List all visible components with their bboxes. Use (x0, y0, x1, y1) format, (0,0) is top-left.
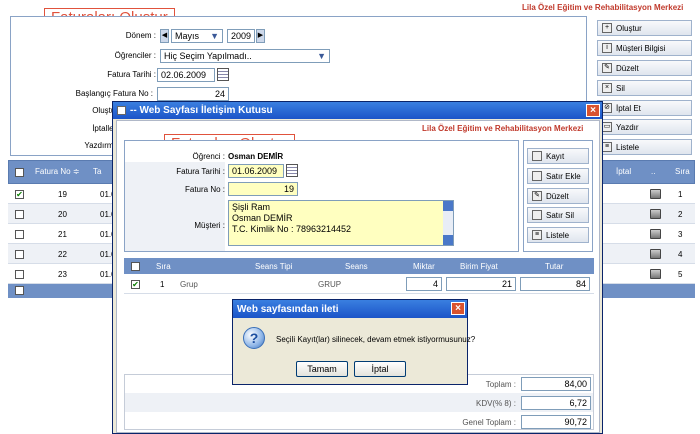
tutar-input[interactable]: 84 (520, 277, 590, 291)
header-sira[interactable]: Sıra (675, 167, 690, 176)
iptaller-label: İptalleri (92, 124, 118, 133)
row-checkbox[interactable]: ✔ (15, 190, 24, 199)
printer-icon[interactable] (650, 229, 661, 239)
kayit-button[interactable]: Kayıt (527, 148, 589, 164)
grid-header-seans: Seans (345, 262, 368, 271)
month-select[interactable]: Mayıs ▼ (171, 29, 223, 43)
calendar-icon[interactable] (217, 68, 229, 81)
modal-titlebar[interactable]: -- Web Sayfası İletişim Kutusu (113, 102, 602, 119)
pencil-icon: ✎ (602, 63, 612, 73)
row-checkbox[interactable] (15, 270, 24, 279)
confirm-cancel-button[interactable]: İptal (354, 361, 406, 377)
customer-icon: i (602, 43, 612, 53)
confirm-ok-button[interactable]: Tamam (296, 361, 348, 377)
row-checkbox[interactable] (15, 250, 24, 259)
grid-row[interactable]: ✔ 1 Grup GRUP 4 21 84 (124, 274, 594, 294)
miktar-input[interactable]: 4 (406, 277, 442, 291)
genel-toplam-value: 90,72 (521, 415, 591, 429)
toplam-value: 84,00 (521, 377, 591, 391)
trash-icon: × (602, 83, 612, 93)
scroll-up-icon[interactable] (443, 201, 453, 211)
modal-fatura-tarihi-input[interactable]: 01.06.2009 (228, 164, 284, 178)
modal-fatura-no-input[interactable]: 19 (228, 182, 298, 196)
modal-duzelt-button[interactable]: ✎ Düzelt (527, 188, 589, 204)
question-icon: ? (243, 327, 265, 349)
prev-month-button[interactable]: ◀ (160, 29, 169, 43)
baslangic-input[interactable]: 24 (157, 87, 229, 101)
row-checkbox[interactable] (15, 210, 24, 219)
ogrenciler-select[interactable]: Hiç Seçim Yapılmadı.. ▼ (160, 49, 330, 63)
next-month-button[interactable]: ▶ (256, 29, 265, 43)
trash-icon (532, 210, 542, 220)
row-checkbox[interactable] (15, 230, 24, 239)
duzelt-button[interactable]: ✎ Düzelt (597, 60, 692, 76)
listele-button[interactable]: ≡ Listele (597, 139, 692, 155)
printer-icon: ▭ (602, 122, 612, 132)
list-icon: ≡ (532, 230, 542, 240)
ogrenci-value: Osman DEMİR (228, 152, 284, 161)
yazdirma-label: Yazdırma (84, 141, 118, 150)
scroll-down-icon[interactable] (443, 235, 453, 245)
header-tarih[interactable]: Ta (93, 167, 101, 176)
header-fatura-no[interactable]: Fatura No ≑ (35, 167, 80, 176)
grid-row-checkbox[interactable]: ✔ (131, 280, 140, 289)
modal-org-name: Lila Özel Eğitim ve Rehabilitasyon Merke… (422, 124, 584, 133)
confirm-titlebar[interactable]: Web sayfasından ileti (233, 300, 467, 318)
textarea-scrollbar[interactable] (443, 201, 453, 245)
printer-icon[interactable] (650, 249, 661, 259)
satir-ekle-button[interactable]: Satır Ekle (527, 168, 589, 184)
confirm-close-button[interactable]: × (451, 302, 465, 315)
header-dots: .. (651, 167, 656, 176)
grid-header-miktar: Miktar (413, 262, 435, 271)
create-icon: + (602, 23, 612, 33)
printer-icon[interactable] (650, 189, 661, 199)
fatura-tarihi-label: Fatura Tarihi : (107, 70, 156, 79)
yazdir-button[interactable]: ▭ Yazdır (597, 119, 692, 135)
select-all-checkbox[interactable] (15, 168, 24, 177)
org-name: Lila Özel Eğitim ve Rehabilitasyon Merke… (522, 3, 684, 12)
donem-label: Dönem : (125, 31, 156, 40)
modal-fatura-tarihi-label: Fatura Tarihi : (176, 167, 225, 176)
year-input[interactable]: 2009 (227, 29, 255, 43)
grid-header-tutar: Tutar (545, 262, 564, 271)
ie-icon (117, 106, 126, 115)
modal-listele-button[interactable]: ≡ Listele (527, 227, 589, 243)
cancel-icon: ⊘ (602, 103, 612, 113)
birim-fiyat-input[interactable]: 21 (446, 277, 516, 291)
musteri-textarea[interactable]: Şişli Ram Osman DEMİR T.C. Kimlik No : 7… (228, 200, 454, 246)
save-icon (532, 151, 542, 161)
ogrenciler-label: Öğrenciler : (114, 51, 156, 60)
list-icon: ≡ (602, 142, 612, 152)
grid-header-sira: Sıra (156, 262, 171, 271)
olustur-button[interactable]: + Oluştur (597, 20, 692, 36)
baslangic-label: Başlangıç Fatura No : (75, 89, 153, 98)
footer-checkbox[interactable] (15, 286, 24, 295)
sil-button[interactable]: × Sil (597, 80, 692, 96)
iptal-et-button[interactable]: ⊘ İptal Et (597, 100, 692, 116)
kdv-label: KDV(% 8) : (475, 399, 516, 408)
ogrenci-label: Öğrenci : (192, 152, 225, 161)
header-iptal[interactable]: İptal (616, 167, 631, 176)
grid-header-seans-tipi: Seans Tipi (255, 262, 293, 271)
satir-sil-button[interactable]: Satır Sil (527, 207, 589, 223)
confirm-message: Seçili Kayıt(lar) silinecek, devam etmek… (276, 335, 476, 344)
modal-close-button[interactable]: × (586, 104, 600, 117)
pencil-icon: ✎ (532, 191, 542, 201)
add-row-icon (532, 171, 542, 181)
printer-icon[interactable] (650, 269, 661, 279)
printer-icon[interactable] (650, 209, 661, 219)
calendar-icon[interactable] (286, 164, 298, 177)
fatura-tarihi-input[interactable]: 02.06.2009 (157, 68, 215, 82)
genel-toplam-label: Genel Toplam : (462, 418, 516, 427)
kdv-value: 6,72 (521, 396, 591, 410)
grid-header-birim-fiyat: Birim Fiyat (460, 262, 498, 271)
modal-fatura-no-label: Fatura No : (184, 185, 225, 194)
musteri-bilgisi-button[interactable]: i Müşteri Bilgisi (597, 40, 692, 56)
olustur-label: Oluştur (92, 106, 118, 115)
grid-select-all-checkbox[interactable] (131, 262, 140, 271)
musteri-label: Müşteri : (194, 221, 225, 230)
